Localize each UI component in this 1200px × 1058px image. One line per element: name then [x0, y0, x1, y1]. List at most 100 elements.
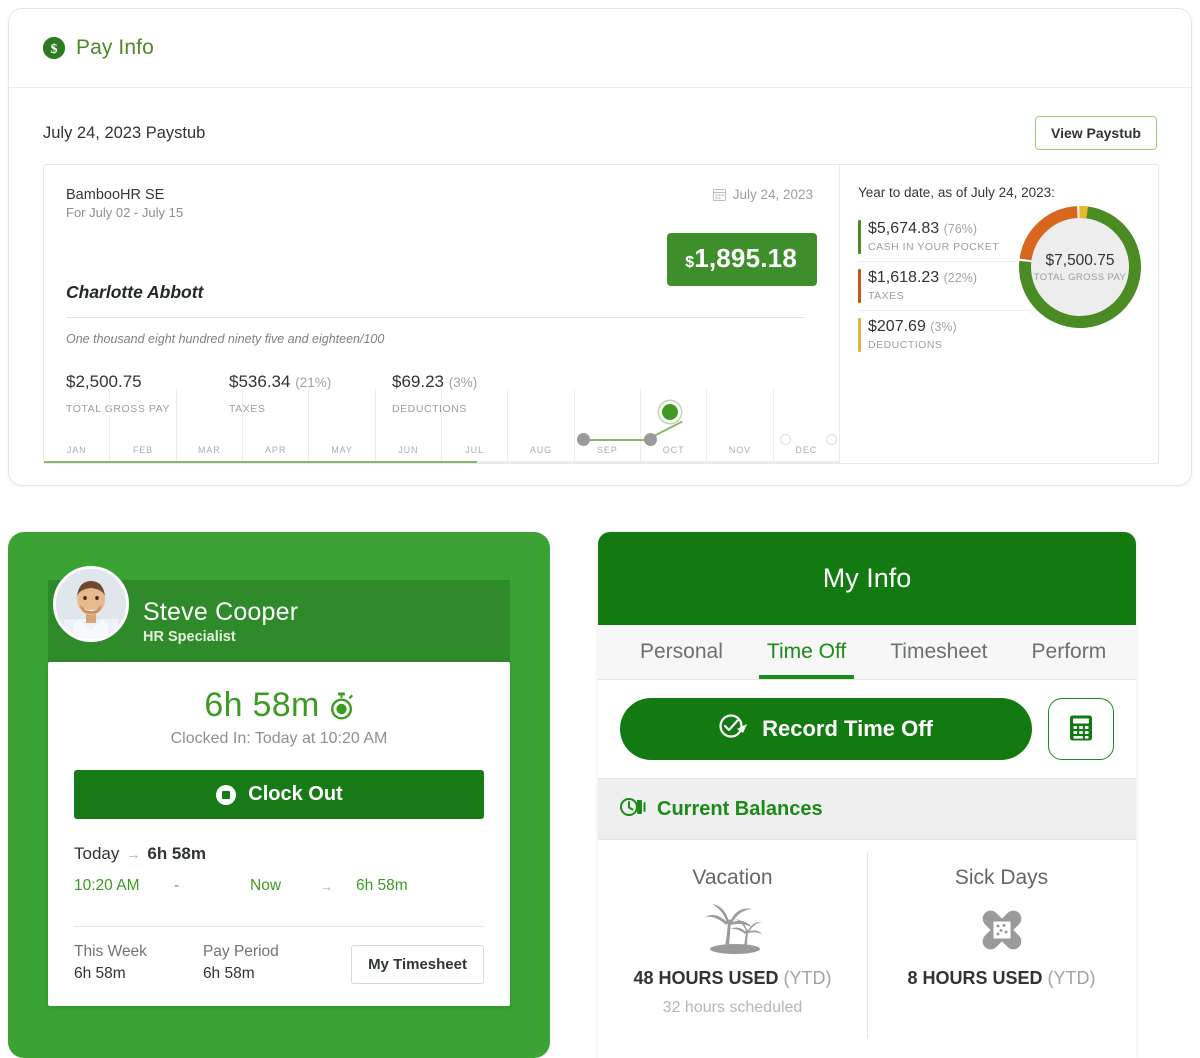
donut-amount: $7,500.75 — [1045, 251, 1115, 269]
ytd-color-bar — [858, 269, 861, 303]
clocked-in-status: Clocked In: Today at 10:20 AM — [170, 730, 388, 747]
calculator-icon — [1068, 714, 1094, 745]
ytd-value: $207.69 — [868, 318, 926, 335]
tab-performance[interactable]: Perform — [1010, 625, 1129, 679]
my-info-title: My Info — [822, 563, 912, 593]
current-balances-header: Current Balances — [598, 778, 1136, 840]
balance-name: Vacation — [692, 866, 773, 889]
employee-identity: Steve Cooper HR Specialist — [143, 598, 298, 645]
ytd-label: DEDUCTIONS — [868, 339, 943, 351]
employee-role: HR Specialist — [143, 628, 236, 645]
paystub-toolbar: July 24, 2023 Paystub View Paystub — [9, 88, 1191, 150]
paystub-date: July 24, 2023 — [712, 187, 813, 202]
balance-vacation[interactable]: Vacation 48 HOURS USED (YTD) 32 hours sc… — [598, 840, 867, 1058]
paystub-timeline-chart: JAN FEB MAR APR MAY JUN JUL AUG SEP OCT … — [44, 389, 839, 463]
balance-used: 8 HOURS USED — [907, 968, 1043, 988]
net-pay-badge: $ 1,895.18 — [667, 233, 817, 286]
time-clock-card: Steve Cooper HR Specialist 6h 58m Clocke… — [8, 532, 550, 1058]
page-title: Pay Info — [76, 36, 154, 59]
balance-used: 48 HOURS USED — [633, 968, 779, 988]
paystub-heading: July 24, 2023 Paystub — [43, 123, 206, 142]
net-pay-amount: 1,895.18 — [694, 243, 797, 273]
my-info-header: My Info — [598, 532, 1136, 625]
written-amount: One thousand eight hundred ninety five a… — [66, 332, 385, 346]
ytd-color-bar — [858, 318, 861, 352]
current-balances-title: Current Balances — [657, 797, 823, 820]
my-info-tabs: Personal Time Off Timesheet Perform — [598, 625, 1136, 680]
paystub-detail-box: BambooHR SE For July 02 - July 15 July 2… — [43, 164, 1159, 464]
timeline-points — [44, 389, 839, 463]
ytd-value: $5,674.83 — [868, 220, 940, 237]
elapsed-time: 6h 58m — [204, 686, 320, 724]
avatar — [53, 566, 129, 642]
donut-label: TOTAL GROSS PAY — [1033, 271, 1127, 283]
summary-value: 6h 58m — [202, 965, 255, 982]
clock-balance-icon — [620, 796, 646, 823]
today-label: Today — [74, 844, 120, 863]
entry-dash: - — [174, 877, 180, 894]
today-summary: Today → 6h 58m — [74, 844, 484, 864]
this-week-summary: This Week 6h 58m — [74, 943, 147, 983]
view-paystub-button[interactable]: View Paystub — [1034, 116, 1157, 150]
dollar-circle-icon: $ — [43, 37, 65, 59]
balances-body: Vacation 48 HOURS USED (YTD) 32 hours sc… — [598, 840, 1136, 1058]
summary-label: Pay Period — [202, 943, 279, 960]
today-duration: 6h 58m — [147, 844, 206, 863]
balance-ytd: (YTD) — [1047, 968, 1096, 988]
ytd-title: Year to date, as of July 24, 2023: — [858, 185, 1055, 200]
stop-icon — [215, 784, 237, 806]
clock-out-button[interactable]: Clock Out — [74, 770, 484, 819]
ytd-pct: (76%) — [943, 222, 977, 236]
entry-end-time: Now — [250, 877, 282, 894]
paystub-date-text: July 24, 2023 — [732, 187, 813, 202]
employee-photo — [56, 569, 126, 639]
summary-value: 6h 58m — [74, 965, 126, 982]
ytd-panel: Year to date, as of July 24, 2023: $5,67… — [839, 165, 1158, 463]
timeline-point-future[interactable] — [826, 434, 837, 445]
balance-sick-days[interactable]: Sick Days 8 HOURS USED (YTD) — [867, 840, 1136, 1058]
tab-timesheet[interactable]: Timesheet — [868, 625, 1009, 679]
bandage-icon — [867, 900, 1136, 962]
svg-text:$: $ — [51, 42, 58, 57]
employee-name: Steve Cooper — [143, 597, 299, 626]
timeline-point-past[interactable] — [644, 433, 657, 446]
ytd-pct: (22%) — [943, 271, 977, 285]
tab-personal[interactable]: Personal — [618, 625, 745, 679]
summary-label: This Week — [74, 943, 147, 960]
my-timesheet-button[interactable]: My Timesheet — [351, 945, 484, 984]
net-pay-currency: $ — [685, 254, 695, 271]
timeline-segment — [583, 439, 651, 441]
time-entry-row[interactable]: 10:20 AM - Now → 6h 58m — [74, 877, 484, 895]
time-clock-footer: This Week 6h 58m Pay Period 6h 58m My Ti… — [74, 926, 484, 984]
total-pct: (21%) — [295, 375, 332, 390]
ytd-color-bar — [858, 220, 861, 254]
timeline-point-future[interactable] — [780, 434, 791, 445]
record-time-off-button[interactable]: Record Time Off — [620, 698, 1032, 760]
calendar-icon — [712, 188, 726, 201]
pay-info-header: $ Pay Info — [9, 9, 1191, 88]
pay-period-summary: Pay Period 6h 58m — [203, 943, 279, 983]
elapsed-row: 6h 58m — [74, 686, 484, 725]
paystub-left-panel: BambooHR SE For July 02 - July 15 July 2… — [44, 165, 839, 463]
entry-start-time: 10:20 AM — [74, 877, 140, 894]
employee-header: Steve Cooper HR Specialist — [48, 566, 510, 662]
time-off-icon — [719, 713, 749, 745]
time-clock-panel: 6h 58m Clocked In: Today at 10:20 AM Clo… — [48, 662, 510, 1006]
record-time-off-label: Record Time Off — [762, 716, 933, 741]
time-off-actions: Record Time Off — [598, 680, 1136, 778]
ytd-value: $1,618.23 — [868, 269, 940, 286]
timeline-point-current[interactable] — [662, 404, 678, 420]
my-info-card: My Info Personal Time Off Timesheet Perf… — [598, 532, 1136, 1058]
gross-pay-donut-chart: $7,500.75 TOTAL GROSS PAY — [1016, 203, 1144, 331]
pay-info-card: $ Pay Info July 24, 2023 Paystub View Pa… — [8, 8, 1192, 486]
donut-center-label: $7,500.75 TOTAL GROSS PAY — [1016, 203, 1144, 331]
calculator-button[interactable] — [1048, 698, 1114, 760]
timeline-baseline — [44, 461, 839, 463]
ytd-pct: (3%) — [930, 320, 957, 334]
total-pct: (3%) — [448, 375, 478, 390]
tab-time-off[interactable]: Time Off — [745, 625, 868, 679]
pay-period: For July 02 - July 15 — [66, 205, 184, 220]
stopwatch-icon — [329, 692, 354, 720]
timeline-point-past[interactable] — [577, 433, 590, 446]
arrow-icon: → — [126, 846, 141, 862]
